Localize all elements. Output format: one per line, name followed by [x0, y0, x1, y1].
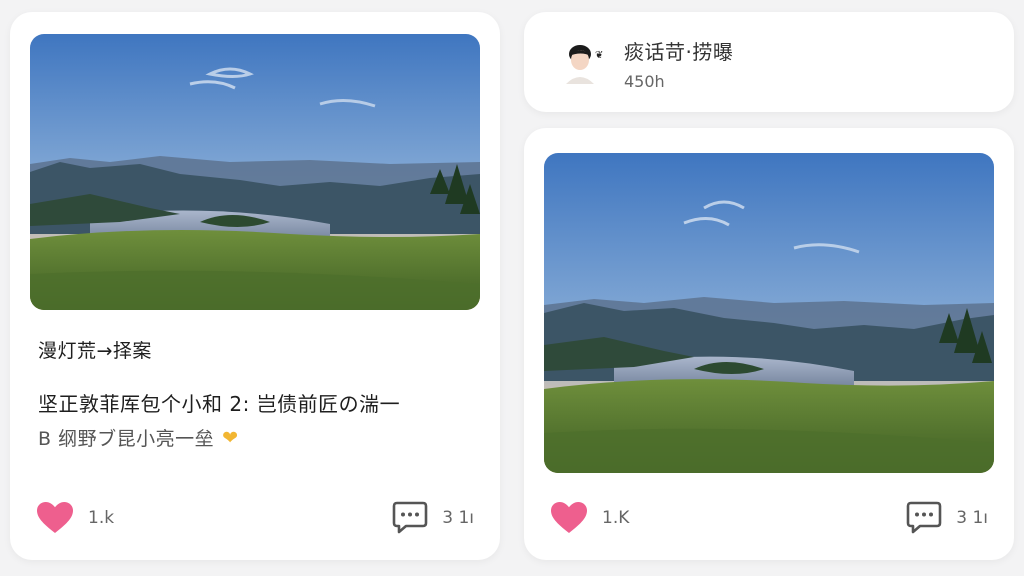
svg-text:❦: ❦ — [595, 50, 603, 61]
comment-icon — [906, 501, 942, 534]
heart-emoji-icon: ❤ — [222, 426, 239, 449]
heart-icon — [37, 502, 73, 533]
user-avatar-icon[interactable]: ❦ — [554, 34, 610, 90]
comment-button[interactable]: 3 1ı — [392, 501, 474, 535]
post-body-line-1: 坚正敦菲厍包个小和 2: 岂债前匠の湍一 — [38, 392, 401, 416]
comment-icon — [392, 501, 428, 534]
post-image[interactable] — [30, 34, 480, 310]
comment-count: 3 1ı — [442, 508, 474, 528]
like-button[interactable]: 1.k — [36, 501, 114, 535]
post-actions: 1.k 3 1ı — [36, 498, 474, 538]
post-body-line-2: B 纲野ブ昆小亮一垒 ❤ — [38, 424, 239, 451]
like-button[interactable]: 1.K — [550, 501, 629, 535]
like-count: 1.k — [88, 508, 115, 528]
like-count: 1.K — [602, 508, 630, 528]
comment-count: 3 1ı — [956, 508, 988, 528]
user-name: 痰话苛·捞曝 — [624, 40, 734, 64]
comment-button[interactable]: 3 1ı — [906, 501, 988, 535]
post-card-left: 漫灯荒→择案 坚正敦菲厍包个小和 2: 岂债前匠の湍一 B 纲野ブ昆小亮一垒 ❤… — [10, 12, 500, 560]
post-body-line-2-text: B 纲野ブ昆小亮一垒 — [38, 428, 215, 450]
landscape-image — [544, 153, 994, 473]
post-card-right: 1.K 3 1ı — [524, 128, 1014, 560]
user-meta: 450h — [624, 72, 665, 91]
post-image[interactable] — [544, 153, 994, 473]
post-actions: 1.K 3 1ı — [550, 498, 988, 538]
user-card[interactable]: ❦ 痰话苛·捞曝 450h — [524, 12, 1014, 112]
heart-icon — [551, 502, 587, 533]
post-title: 漫灯荒→择案 — [38, 340, 152, 362]
landscape-image — [30, 34, 480, 310]
